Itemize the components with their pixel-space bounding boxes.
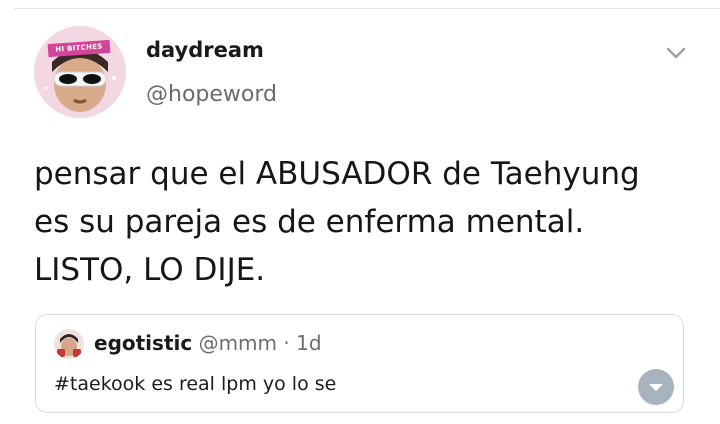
quoted-display-name[interactable]: egotistic [94,331,192,355]
avatar-photo [44,49,116,112]
separator-dot: · [283,331,290,355]
tweet-text: pensar que el ABUSADOR de Taehyung es su… [34,156,640,288]
quoted-text: #taekook es real lpm yo lo se [54,373,337,395]
chevron-down-icon[interactable] [664,44,688,62]
chevron-down-icon [649,384,663,391]
expand-button[interactable] [638,369,674,405]
quoted-handle[interactable]: @mmm [199,331,277,355]
quoted-header: egotistic @mmm · 1d [94,331,322,355]
display-name[interactable]: daydream [146,38,264,62]
top-divider [14,8,720,9]
quoted-timestamp[interactable]: 1d [296,331,321,355]
avatar[interactable]: HI BITCHES [34,26,126,118]
quoted-tweet-card[interactable]: egotistic @mmm · 1d #taekook es real lpm… [35,314,684,413]
user-handle[interactable]: @hopeword [146,82,277,107]
quoted-avatar[interactable] [54,329,84,359]
